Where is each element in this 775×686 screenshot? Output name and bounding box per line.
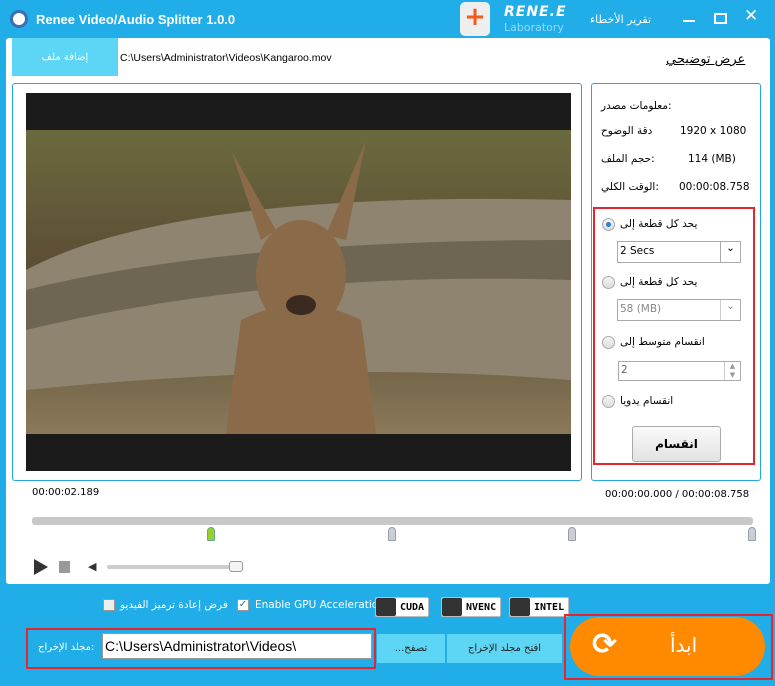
nvenc-label: NVENC bbox=[466, 601, 497, 613]
logo-icon: + bbox=[460, 2, 490, 36]
size-select[interactable]: 58 (MB) ⌄ bbox=[617, 299, 741, 321]
chevron-down-icon: ⌄ bbox=[720, 242, 740, 262]
play-button[interactable] bbox=[34, 559, 48, 575]
app-title: Renee Video/Audio Splitter 1.0.0 bbox=[36, 12, 236, 27]
file-path: C:\Users\Administrator\Videos\Kangaroo.m… bbox=[120, 52, 332, 64]
gpu-label: Enable GPU Acceleration bbox=[255, 599, 385, 611]
logo-subtext: Laboratory bbox=[504, 21, 564, 34]
size-label: حجم الملف: bbox=[601, 153, 655, 165]
time-select[interactable]: 2 Secs ⌄ bbox=[617, 241, 741, 263]
demo-link[interactable]: عرض توضيحي bbox=[666, 52, 745, 67]
maximize-button[interactable] bbox=[714, 13, 727, 24]
start-label: ابدأ bbox=[670, 633, 698, 657]
split-average-label: انقسام متوسط إلى bbox=[620, 336, 705, 348]
start-button[interactable]: ⟳ ابدأ bbox=[570, 617, 765, 676]
open-output-folder-button[interactable]: افتح مجلد الإخراج bbox=[447, 634, 562, 663]
browse-button[interactable]: ...تصفح bbox=[377, 634, 445, 663]
video-player[interactable] bbox=[26, 93, 571, 471]
split-marker[interactable] bbox=[388, 527, 396, 541]
output-label: مجلد الإخراج: bbox=[38, 642, 95, 653]
close-button[interactable]: ✕ bbox=[744, 6, 758, 26]
add-file-button[interactable]: إضافة ملف bbox=[12, 38, 118, 76]
cuda-badge: CUDA bbox=[375, 597, 430, 617]
app-icon bbox=[10, 10, 28, 28]
intel-badge: INTEL bbox=[509, 597, 570, 617]
split-by-size-label: يحد كل قطعة إلى bbox=[620, 276, 698, 288]
cuda-label: CUDA bbox=[400, 601, 425, 613]
resolution-value: 1920 x 1080 bbox=[680, 125, 747, 137]
stop-button[interactable] bbox=[59, 561, 70, 573]
reencode-label: فرض إعادة ترميز الفيديو bbox=[120, 599, 228, 611]
logo-text: RENE.E bbox=[504, 4, 567, 20]
size-value: 114 (MB) bbox=[688, 153, 736, 165]
stepper-arrows-icon[interactable]: ▲ ▼ bbox=[724, 362, 740, 380]
time-select-value: 2 Secs bbox=[620, 245, 655, 257]
chevron-down-icon: ⌄ bbox=[720, 300, 740, 320]
split-by-time-label: يحد كل قطعة إلى bbox=[620, 218, 698, 230]
report-errors-link[interactable]: تقرير الأخطاء bbox=[590, 13, 651, 26]
intel-icon bbox=[510, 598, 530, 616]
intel-label: INTEL bbox=[534, 601, 565, 613]
average-stepper[interactable]: 2 ▲ ▼ bbox=[618, 361, 741, 381]
size-select-value: 58 (MB) bbox=[620, 303, 662, 315]
split-button[interactable]: انقسام bbox=[632, 426, 721, 462]
split-marker-active[interactable] bbox=[207, 527, 215, 541]
nvidia-icon bbox=[442, 598, 462, 616]
refresh-icon: ⟳ bbox=[592, 627, 618, 662]
output-path-input[interactable]: C:\Users\Administrator\Videos\ bbox=[102, 633, 372, 659]
split-manual-radio[interactable] bbox=[602, 395, 615, 408]
nvenc-badge: NVENC bbox=[441, 597, 502, 617]
split-by-size-radio[interactable] bbox=[602, 276, 615, 289]
current-time: 00:00:02.189 bbox=[32, 487, 100, 498]
average-value: 2 bbox=[621, 364, 628, 376]
video-frame bbox=[26, 130, 571, 434]
time-range: 00:00:00.000 / 00:00:08.758 bbox=[605, 489, 750, 500]
volume-handle[interactable] bbox=[229, 561, 243, 572]
resolution-label: دقة الوضوح bbox=[601, 125, 653, 137]
volume-icon[interactable]: ◀ bbox=[88, 560, 96, 573]
split-marker[interactable] bbox=[748, 527, 756, 541]
logo: + RENE.E Laboratory bbox=[460, 2, 570, 36]
duration-label: الوقت الكلي: bbox=[601, 181, 659, 193]
minimize-button[interactable] bbox=[683, 20, 695, 22]
split-marker[interactable] bbox=[568, 527, 576, 541]
duration-value: 00:00:08.758 bbox=[679, 181, 750, 193]
split-manual-label: انقسام يدويا bbox=[620, 395, 674, 407]
nvidia-icon bbox=[376, 598, 396, 616]
split-average-radio[interactable] bbox=[602, 336, 615, 349]
volume-slider[interactable] bbox=[107, 565, 237, 569]
split-by-time-radio[interactable] bbox=[602, 218, 615, 231]
gpu-checkbox[interactable]: ✓ bbox=[237, 599, 249, 611]
timeline-track[interactable] bbox=[32, 517, 753, 525]
reencode-checkbox[interactable] bbox=[103, 599, 115, 611]
source-label: معلومات مصدر: bbox=[601, 100, 672, 112]
